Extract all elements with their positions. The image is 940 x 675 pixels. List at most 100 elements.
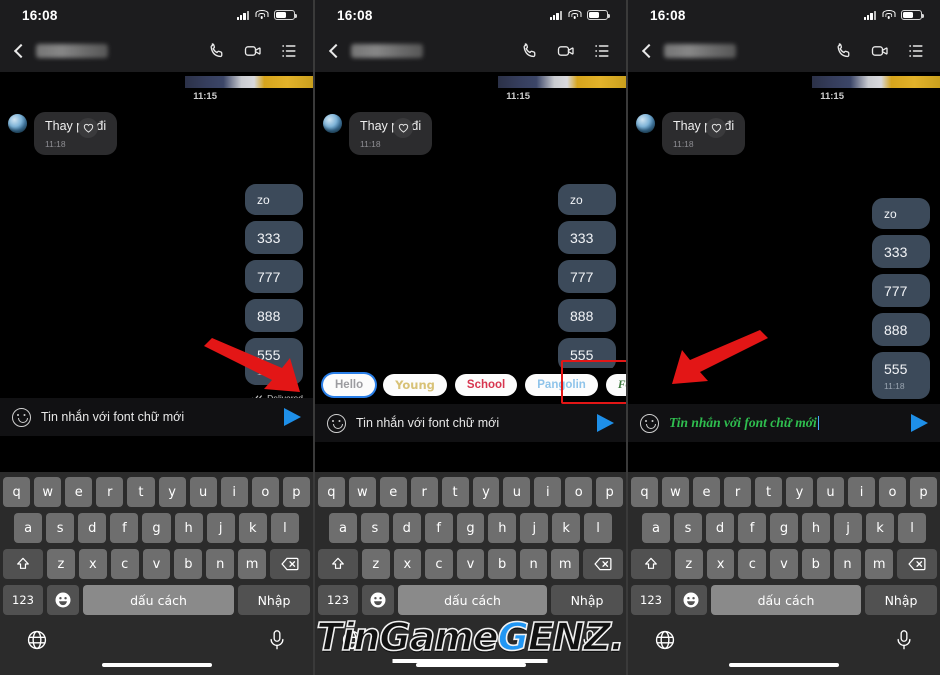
key-y[interactable]: y [472,477,500,507]
incoming-bubble[interactable]: Thay pin đi 11:18 [34,112,118,155]
key-p[interactable]: p [596,477,624,507]
key-l[interactable]: l [898,513,926,543]
emoji-icon[interactable] [327,413,346,433]
send-icon[interactable] [597,414,614,432]
key-m[interactable]: m [865,549,894,579]
outgoing-bubble[interactable]: 555 11:18 [872,352,930,399]
key-numbers[interactable]: 123 [3,585,43,615]
heart-icon[interactable] [393,118,413,138]
font-chip-fountain[interactable]: Fountain [605,374,626,396]
key-x[interactable]: x [78,549,107,579]
key-v[interactable]: v [770,549,798,579]
key-g[interactable]: g [142,513,171,543]
outgoing-bubble[interactable]: 777 [558,260,616,293]
video-call-icon[interactable] [556,41,576,61]
message-input-bar[interactable]: Tin nhắn với font chữ mới [0,398,313,436]
key-h[interactable]: h [802,513,830,543]
backspace-icon[interactable] [583,549,624,579]
font-chip-young[interactable]: Young [383,374,447,396]
back-chevron-icon[interactable] [12,44,26,58]
options-list-icon[interactable] [906,41,926,61]
key-c[interactable]: c [425,549,453,579]
key-i[interactable]: i [220,477,248,507]
font-chip-school[interactable]: School [454,374,518,396]
phone-icon[interactable] [834,41,854,61]
emoji-key-icon[interactable] [47,585,79,615]
key-b[interactable]: b [488,549,516,579]
key-enter[interactable]: Nhập [865,585,937,615]
key-x[interactable]: x [706,549,735,579]
outgoing-bubble[interactable]: 555 11:18 [245,338,303,385]
message-input-text[interactable]: Tin nhắn với font chữ mới [41,410,274,424]
send-icon[interactable] [911,414,928,432]
outgoing-bubble[interactable]: zo [872,198,930,229]
back-chevron-icon[interactable] [327,44,341,58]
key-k[interactable]: k [866,513,894,543]
video-call-icon[interactable] [870,41,890,61]
key-enter[interactable]: Nhập [238,585,310,615]
mic-icon[interactable] [894,629,914,656]
key-v[interactable]: v [456,549,485,579]
key-s[interactable]: s [360,513,389,543]
key-t[interactable]: t [127,477,155,507]
key-z[interactable]: z [361,549,390,579]
key-p[interactable]: p [910,477,937,507]
key-space[interactable]: dấu cách [711,585,861,615]
outgoing-bubble[interactable]: 888 [558,299,616,332]
heart-icon[interactable] [78,118,98,138]
outgoing-bubble[interactable]: 555 [558,338,616,371]
outgoing-bubble[interactable]: 333 [872,235,930,268]
key-f[interactable]: f [738,513,766,543]
message-input-text-styled[interactable]: Tin nhắn với font chữ mới [669,415,901,431]
key-z[interactable]: z [47,549,75,579]
key-c[interactable]: c [738,549,767,579]
mic-icon[interactable] [267,629,287,656]
key-q[interactable]: q [3,477,31,507]
key-w[interactable]: w [34,477,62,507]
outgoing-bubble[interactable]: 333 [558,221,616,254]
key-a[interactable]: a [329,513,357,543]
key-o[interactable]: o [879,477,906,507]
key-b[interactable]: b [801,549,830,579]
key-u[interactable]: u [817,477,844,507]
send-icon[interactable] [284,408,301,426]
incoming-bubble[interactable]: Thay pin đi 11:18 [349,112,433,155]
shift-icon[interactable] [3,549,43,579]
key-numbers[interactable]: 123 [318,585,358,615]
key-space[interactable]: dấu cách [398,585,547,615]
options-list-icon[interactable] [279,41,299,61]
outgoing-bubble[interactable]: 888 [245,299,303,332]
outgoing-bubble[interactable]: zo [245,184,303,215]
key-d[interactable]: d [706,513,734,543]
key-l[interactable]: l [270,513,299,543]
message-input-bar[interactable]: Tin nhắn với font chữ mới [315,404,626,442]
photo-attachment-thumb[interactable] [498,76,626,88]
key-i[interactable]: i [848,477,875,507]
key-y[interactable]: y [786,477,813,507]
key-o[interactable]: o [565,477,593,507]
key-t[interactable]: t [441,477,469,507]
key-z[interactable]: z [674,549,703,579]
backspace-icon[interactable] [270,549,311,579]
outgoing-bubble[interactable]: 777 [872,274,930,307]
message-input-bar[interactable]: Tin nhắn với font chữ mới [628,404,940,442]
key-i[interactable]: i [534,477,562,507]
key-j[interactable]: j [520,513,549,543]
outgoing-bubble[interactable]: 777 [245,260,303,293]
shift-icon[interactable] [630,549,671,579]
photo-attachment-thumb[interactable] [185,76,313,88]
backspace-icon[interactable] [897,549,938,579]
key-enter[interactable]: Nhập [551,585,623,615]
key-w[interactable]: w [662,477,689,507]
key-a[interactable]: a [642,513,670,543]
key-u[interactable]: u [189,477,217,507]
options-list-icon[interactable] [592,41,612,61]
key-d[interactable]: d [78,513,107,543]
key-n[interactable]: n [519,549,548,579]
key-n[interactable]: n [833,549,862,579]
key-d[interactable]: d [392,513,421,543]
key-h[interactable]: h [488,513,517,543]
photo-attachment-thumb[interactable] [812,76,940,88]
key-q[interactable]: q [317,477,345,507]
emoji-icon[interactable] [640,413,659,433]
